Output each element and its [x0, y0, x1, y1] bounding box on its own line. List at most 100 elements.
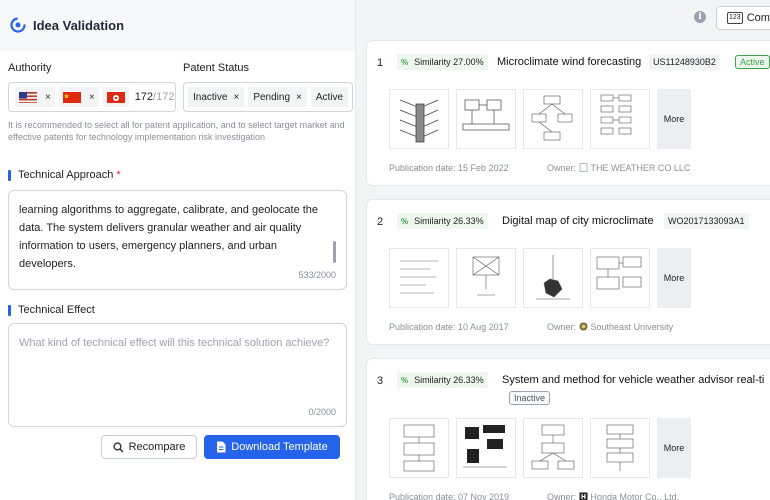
drawing-thumbnail[interactable] [389, 248, 449, 308]
patent-number[interactable]: WO2017133093A1 [664, 213, 749, 229]
technical-effect-input[interactable]: What kind of technical effect will this … [8, 323, 347, 427]
header: Idea Validation [0, 0, 355, 50]
result-card[interactable]: 3 % Similarity 26.33% System and method f… [366, 358, 770, 500]
page-title: Idea Validation [33, 17, 125, 33]
document-icon [579, 163, 587, 172]
result-card[interactable]: 1 % Similarity 27.00% Microclimate wind f… [366, 40, 770, 186]
section-marker [8, 304, 11, 316]
technical-approach-text: learning algorithms to aggregate, calibr… [19, 204, 319, 270]
results-panel: i 123 Com 1 % Similarity 27.00% Microclim… [356, 0, 770, 500]
status-chip-active[interactable]: Active [310, 87, 349, 107]
drawing-thumbnail[interactable] [389, 89, 449, 149]
left-footer [0, 468, 355, 500]
owner-label: Owner: [547, 322, 577, 332]
drawing-thumbnail[interactable] [523, 418, 583, 478]
left-panel: Idea Validation Authority Patent Status [0, 0, 356, 500]
remove-chip-icon[interactable]: × [89, 92, 95, 103]
owner: Owner: Honda Motor Co., Ltd. [547, 492, 679, 500]
drawing-thumbnail[interactable] [590, 248, 650, 308]
owner-name: THE WEATHER CO LLC [590, 163, 691, 173]
status-chip-inactive[interactable]: Inactive × [188, 87, 245, 107]
drawing-thumbnail[interactable] [523, 89, 583, 149]
patent-title[interactable]: System and method for vehicle weather ad… [502, 374, 764, 386]
drawing-thumbnail[interactable] [389, 418, 449, 478]
more-drawings-button[interactable]: More [657, 418, 691, 478]
status-chip-label: Inactive [193, 91, 228, 103]
recompare-label: Recompare [128, 441, 186, 453]
technical-approach-label: Technical Approach * [8, 169, 121, 181]
drawing-thumbnail[interactable] [456, 248, 516, 308]
status-chip-label: Active [315, 91, 344, 103]
owner: Owner: Southeast University [547, 322, 673, 332]
authority-select[interactable]: × × 172/172 [8, 82, 176, 112]
similarity-badge: % Similarity 26.33% [397, 213, 488, 229]
filter-hint: It is recommended to select all for pate… [8, 120, 345, 142]
authority-chip-cn[interactable]: × [58, 87, 99, 107]
drawing-thumbnail[interactable] [456, 418, 516, 478]
patent-title[interactable]: Microclimate wind forecasting [497, 56, 641, 68]
status-chip-pending[interactable]: Pending × [248, 87, 307, 107]
technical-effect-count: 0/2000 [308, 407, 336, 417]
drawing-thumbnail[interactable] [590, 89, 650, 149]
drawing-thumbnails: More [389, 418, 691, 478]
owner: Owner: THE WEATHER CO LLC [547, 163, 690, 173]
result-card[interactable]: 2 % Similarity 26.33% Digital map of city… [366, 199, 770, 345]
drawing-thumbnails: More [389, 89, 691, 149]
remove-chip-icon[interactable]: × [296, 92, 302, 103]
similarity-text: Similarity 26.33% [414, 375, 484, 385]
similarity-icon: % [401, 57, 409, 67]
company-logo-icon [579, 492, 588, 500]
drawing-thumbnail[interactable] [456, 89, 516, 149]
search-icon [112, 441, 124, 453]
technical-effect-label: Technical Effect [8, 304, 95, 316]
result-rank: 2 [377, 216, 384, 228]
patent-number[interactable]: US11248930B2 [649, 54, 720, 70]
download-template-button[interactable]: Download Template [204, 435, 340, 459]
publication-date: Publication date: 10 Aug 2017 [389, 322, 509, 332]
authority-chip-us[interactable]: × [15, 87, 55, 107]
drawing-thumbnail[interactable] [590, 418, 650, 478]
owner-name: Honda Motor Co., Ltd. [590, 492, 680, 500]
recompare-button[interactable]: Recompare [101, 435, 197, 459]
similarity-icon: % [401, 216, 409, 226]
technical-effect-placeholder: What kind of technical effect will this … [19, 337, 330, 349]
info-icon[interactable]: i [694, 11, 706, 23]
owner-label: Owner: [547, 492, 577, 500]
technical-approach-input[interactable]: learning algorithms to aggregate, calibr… [8, 190, 347, 290]
more-drawings-button[interactable]: More [657, 89, 691, 149]
us-flag-icon [19, 91, 37, 103]
remove-chip-icon[interactable]: × [45, 92, 51, 103]
authority-count: 172/172 [135, 91, 175, 103]
scrollbar-thumb[interactable] [333, 241, 336, 263]
publication-date: Publication date: 07 Nov 2019 [389, 492, 510, 500]
download-label: Download Template [231, 441, 328, 453]
similarity-badge: % Similarity 26.33% [397, 372, 488, 388]
similarity-icon: % [401, 375, 409, 385]
owner-label: Owner: [547, 163, 577, 173]
compare-count-icon: 123 [727, 12, 743, 24]
patent-title[interactable]: Digital map of city microclimate [502, 215, 654, 227]
section-marker [8, 169, 11, 181]
result-rank: 3 [377, 375, 384, 387]
drawing-thumbnails: More [389, 248, 691, 308]
drawing-thumbnail[interactable] [523, 248, 583, 308]
similarity-text: Similarity 26.33% [414, 216, 484, 226]
owner-name: Southeast University [590, 322, 674, 332]
patent-status-select[interactable]: Inactive × Pending × Active [183, 82, 353, 112]
publication-date: Publication date: 15 Feb 2022 [389, 163, 509, 173]
logo-icon [10, 17, 26, 33]
status-badge: Inactive [509, 391, 551, 405]
compare-button[interactable]: 123 Com [716, 6, 770, 30]
authority-label: Authority [8, 62, 52, 74]
authority-count-max: /172 [153, 91, 175, 103]
document-icon [216, 441, 226, 453]
app-root: Idea Validation Authority Patent Status [0, 0, 770, 500]
more-drawings-button[interactable]: More [657, 248, 691, 308]
authority-chip-hk[interactable] [102, 87, 129, 107]
cn-flag-icon [62, 91, 81, 103]
technical-approach-count: 533/2000 [298, 270, 336, 280]
required-mark: * [116, 169, 121, 181]
technical-approach-title: Technical Approach [18, 169, 114, 181]
authority-count-value: 172 [134, 91, 154, 103]
remove-chip-icon[interactable]: × [233, 92, 239, 103]
